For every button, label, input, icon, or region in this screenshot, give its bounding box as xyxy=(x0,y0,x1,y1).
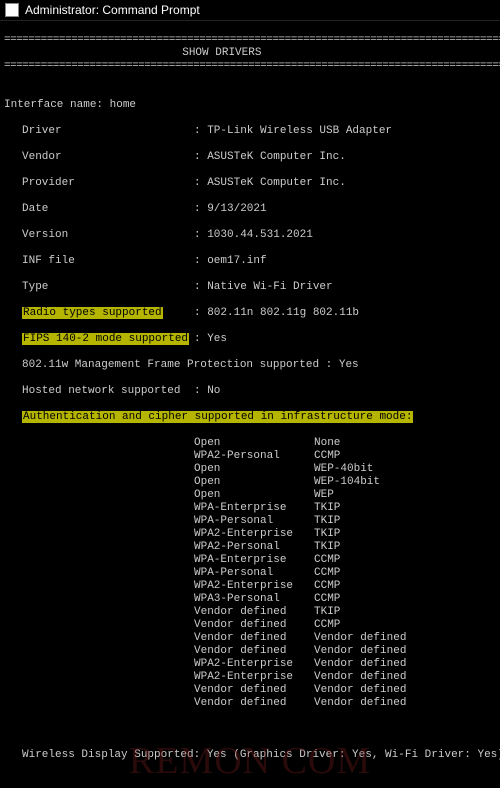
cipher-row: WPA-EnterpriseCCMP xyxy=(4,554,496,567)
cipher-row: OpenWEP xyxy=(4,489,496,502)
cipher-row: WPA-EnterpriseTKIP xyxy=(4,502,496,515)
cipher-row: WPA2-EnterpriseVendor defined xyxy=(4,671,496,684)
cipher-row: Vendor definedVendor defined xyxy=(4,697,496,710)
cipher-row: WPA-PersonalCCMP xyxy=(4,567,496,580)
field-type: Type: Native Wi-Fi Driver xyxy=(4,281,496,294)
field-version: Version: 1030.44.531.2021 xyxy=(4,229,496,242)
cipher-row: WPA2-PersonalTKIP xyxy=(4,541,496,554)
field-pmf: 802.11w Management Frame Protection supp… xyxy=(4,359,496,372)
terminal-content: ========================================… xyxy=(0,21,500,788)
field-vendor: Vendor: ASUSTeK Computer Inc. xyxy=(4,151,496,164)
window-titlebar[interactable]: Administrator: Command Prompt xyxy=(0,0,500,21)
cipher-row: Vendor definedCCMP xyxy=(4,619,496,632)
field-fips: FIPS 140-2 mode supported : Yes xyxy=(4,333,496,346)
cipher-row: WPA2-EnterpriseVendor defined xyxy=(4,658,496,671)
cipher-row: Vendor definedVendor defined xyxy=(4,632,496,645)
cipher-row: Vendor definedTKIP xyxy=(4,606,496,619)
cipher-list: OpenNoneWPA2-PersonalCCMPOpenWEP-40bitOp… xyxy=(4,437,496,710)
app-icon xyxy=(5,3,19,17)
cipher-row: OpenWEP-40bit xyxy=(4,463,496,476)
cipher-row: Vendor definedVendor defined xyxy=(4,645,496,658)
field-provider: Provider: ASUSTeK Computer Inc. xyxy=(4,177,496,190)
window-title: Administrator: Command Prompt xyxy=(25,3,200,17)
field-driver: Driver: TP-Link Wireless USB Adapter xyxy=(4,125,496,138)
separator-bottom: ========================================… xyxy=(4,60,500,72)
field-date: Date: 9/13/2021 xyxy=(4,203,496,216)
field-inf: INF file: oem17.inf xyxy=(4,255,496,268)
field-radio: Radio types supported: 802.11n 802.11g 8… xyxy=(4,307,496,320)
cipher-row: WPA2-EnterpriseCCMP xyxy=(4,580,496,593)
separator-top: ========================================… xyxy=(4,34,500,46)
cipher-row: WPA2-PersonalCCMP xyxy=(4,450,496,463)
cipher-row: Vendor definedVendor defined xyxy=(4,684,496,697)
interface-name: Interface name: home xyxy=(4,99,136,111)
cipher-row: OpenNone xyxy=(4,437,496,450)
cipher-row: OpenWEP-104bit xyxy=(4,476,496,489)
cipher-row: WPA3-PersonalCCMP xyxy=(4,593,496,606)
field-auth-header: Authentication and cipher supported in i… xyxy=(4,411,496,424)
section-header: SHOW DRIVERS xyxy=(4,47,261,59)
wireless-display: Wireless Display Supported: Yes (Graphic… xyxy=(4,749,496,762)
cipher-row: WPA2-EnterpriseTKIP xyxy=(4,528,496,541)
field-hosted: Hosted network supported : No xyxy=(4,385,496,398)
cipher-row: WPA-PersonalTKIP xyxy=(4,515,496,528)
